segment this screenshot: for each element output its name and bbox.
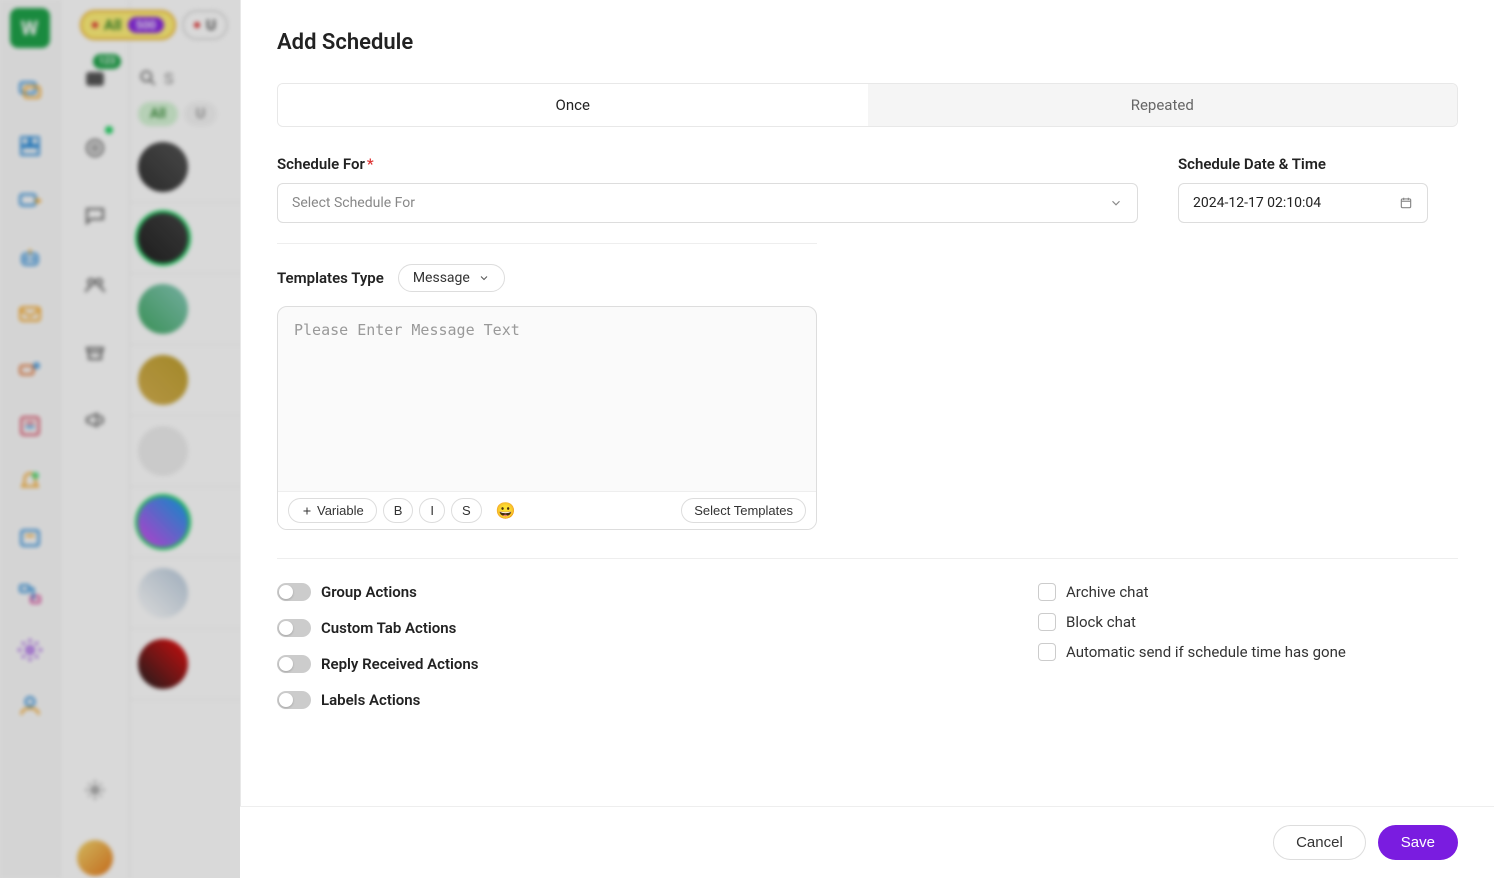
labels-actions-label: Labels Actions (321, 691, 420, 709)
add-schedule-modal: Add Schedule Once Repeated Schedule For*… (240, 0, 1494, 878)
modal-title: Add Schedule (277, 30, 1458, 55)
bold-button[interactable]: B (383, 498, 414, 523)
recurrence-tabbar: Once Repeated (277, 83, 1458, 127)
toggle-list: Group Actions Custom Tab Actions Reply R… (277, 583, 479, 709)
check-list: Archive chat Block chat Automatic send i… (1038, 583, 1458, 709)
schedule-for-label: Schedule For* (277, 155, 1138, 173)
message-editor: Variable B I S 😀 Select Templates (277, 306, 817, 530)
custom-tab-label: Custom Tab Actions (321, 619, 456, 637)
required-mark: * (367, 155, 374, 173)
variable-button[interactable]: Variable (288, 498, 377, 523)
templates-type-row: Templates Type Message (277, 264, 1458, 292)
auto-send-label: Automatic send if schedule time has gone (1066, 643, 1346, 661)
modal-footer: Cancel Save (240, 806, 1494, 878)
tab-once[interactable]: Once (278, 84, 868, 126)
block-checkbox[interactable] (1038, 613, 1056, 631)
group-actions-label: Group Actions (321, 583, 417, 601)
schedule-date-label: Schedule Date & Time (1178, 155, 1458, 173)
block-label: Block chat (1066, 613, 1136, 631)
options-row: Group Actions Custom Tab Actions Reply R… (277, 558, 1458, 709)
message-textarea[interactable] (278, 307, 816, 487)
schedule-date-input[interactable]: 2024-12-17 02:10:04 (1178, 183, 1428, 223)
editor-toolbar: Variable B I S 😀 Select Templates (278, 491, 816, 529)
check-auto-send: Automatic send if schedule time has gone (1038, 643, 1458, 661)
templates-type-select[interactable]: Message (398, 264, 505, 292)
group-actions-toggle[interactable] (277, 583, 311, 601)
toggle-group-actions: Group Actions (277, 583, 479, 601)
save-button[interactable]: Save (1378, 825, 1458, 860)
custom-tab-toggle[interactable] (277, 619, 311, 637)
calendar-icon (1399, 196, 1413, 210)
cancel-button[interactable]: Cancel (1273, 825, 1366, 860)
schedule-for-placeholder: Select Schedule For (292, 195, 415, 211)
labels-actions-toggle[interactable] (277, 691, 311, 709)
schedule-for-col: Schedule For* Select Schedule For (277, 155, 1138, 223)
schedule-row: Schedule For* Select Schedule For Schedu… (277, 155, 1458, 223)
divider (277, 243, 817, 244)
strike-button[interactable]: S (451, 498, 482, 523)
chevron-down-icon (478, 272, 490, 284)
toggle-labels-actions: Labels Actions (277, 691, 479, 709)
toggle-reply-received: Reply Received Actions (277, 655, 479, 673)
chevron-down-icon (1109, 196, 1123, 210)
templates-type-label: Templates Type (277, 269, 384, 287)
schedule-for-select[interactable]: Select Schedule For (277, 183, 1138, 223)
templates-type-value: Message (413, 270, 470, 286)
schedule-date-value: 2024-12-17 02:10:04 (1193, 195, 1321, 211)
emoji-button[interactable]: 😀 (488, 499, 524, 522)
check-block: Block chat (1038, 613, 1458, 631)
tab-repeated[interactable]: Repeated (868, 84, 1458, 126)
toggle-custom-tab: Custom Tab Actions (277, 619, 479, 637)
italic-button[interactable]: I (419, 498, 445, 523)
select-templates-button[interactable]: Select Templates (681, 498, 806, 523)
reply-received-label: Reply Received Actions (321, 655, 479, 673)
check-archive: Archive chat (1038, 583, 1458, 601)
archive-label: Archive chat (1066, 583, 1149, 601)
reply-received-toggle[interactable] (277, 655, 311, 673)
schedule-date-col: Schedule Date & Time 2024-12-17 02:10:04 (1178, 155, 1458, 223)
plus-icon (301, 505, 313, 517)
auto-send-checkbox[interactable] (1038, 643, 1056, 661)
archive-checkbox[interactable] (1038, 583, 1056, 601)
